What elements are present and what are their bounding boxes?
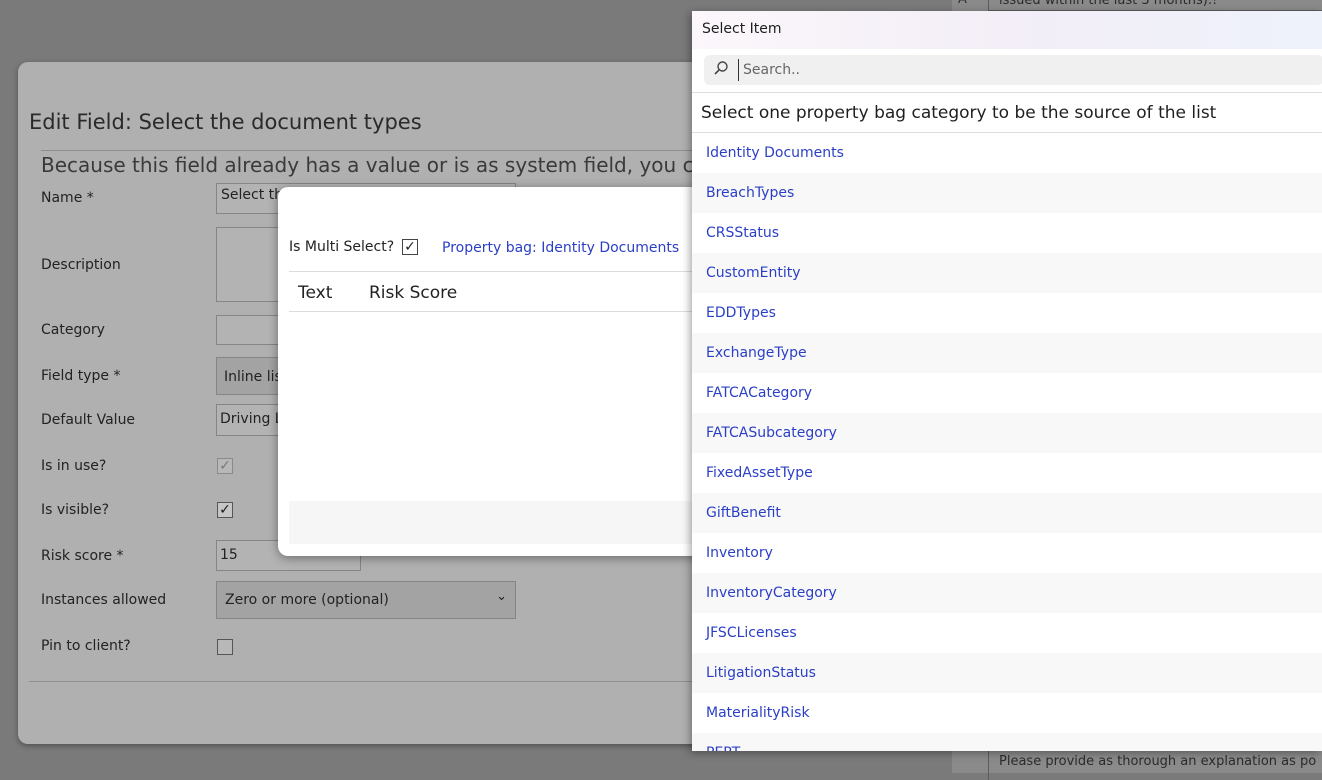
multi-select-checkbox[interactable]: ✓	[402, 239, 418, 255]
list-item[interactable]: GiftBenefit	[692, 493, 1322, 533]
background-column-label: A	[958, 0, 967, 7]
table-header-divider	[289, 311, 709, 312]
multi-select-label: Is Multi Select?	[289, 239, 395, 255]
list-item[interactable]: MaterialityRisk	[692, 693, 1322, 733]
dialog-footer	[289, 501, 709, 544]
column-header-text: Text	[298, 283, 333, 303]
background-top-text: issued within the last 3 months).!	[988, 0, 1322, 11]
header-divider	[289, 271, 709, 272]
chevron-down-icon: ⌄	[496, 589, 507, 604]
pin-to-client-label: Pin to client?	[41, 638, 131, 654]
instances-allowed-value: Zero or more (optional)	[225, 592, 389, 608]
risk-score-label: Risk score *	[41, 548, 124, 564]
category-label: Category	[41, 322, 105, 338]
property-bag-link[interactable]: Property bag: Identity Documents	[442, 240, 679, 256]
field-type-label: Field type *	[41, 368, 121, 384]
list-item[interactable]: BreachTypes	[692, 173, 1322, 213]
list-item[interactable]: JFSCLicenses	[692, 613, 1322, 653]
instances-allowed-label: Instances allowed	[41, 592, 167, 608]
is-visible-label: Is visible?	[41, 502, 110, 518]
list-item[interactable]: CustomEntity	[692, 253, 1322, 293]
background-bottom-text: Please provide as thorough an explanatio…	[988, 750, 1322, 780]
column-header-risk-score: Risk Score	[369, 283, 458, 303]
list-item[interactable]: PEPT	[692, 733, 1322, 751]
search-icon-svg	[714, 61, 728, 75]
dialog-divider	[29, 681, 729, 682]
inline-list-dialog: Is Multi Select? ✓ Property bag: Identit…	[278, 187, 718, 556]
list-item[interactable]: CRSStatus	[692, 213, 1322, 253]
search-box	[704, 55, 1322, 85]
list-item[interactable]: Inventory	[692, 533, 1322, 573]
is-in-use-checkbox[interactable]: ✓	[217, 458, 233, 474]
list-item[interactable]: InventoryCategory	[692, 573, 1322, 613]
search-input[interactable]	[738, 59, 1298, 81]
list-item[interactable]: FixedAssetType	[692, 453, 1322, 493]
list-item[interactable]: EDDTypes	[692, 293, 1322, 333]
dialog-title: Edit Field: Select the document types	[29, 110, 422, 134]
list-item[interactable]: ExchangeType	[692, 333, 1322, 373]
panel-title: Select Item	[692, 11, 1322, 49]
property-bag-list: Identity Documents BreachTypes CRSStatus…	[692, 133, 1322, 751]
panel-instruction: Select one property bag category to be t…	[692, 92, 1322, 133]
is-in-use-label: Is in use?	[41, 458, 107, 474]
is-visible-checkbox[interactable]: ✓	[217, 502, 233, 518]
list-item[interactable]: FATCASubcategory	[692, 413, 1322, 453]
instances-allowed-select[interactable]: Zero or more (optional) ⌄	[216, 581, 516, 619]
list-item[interactable]: FATCACategory	[692, 373, 1322, 413]
description-label: Description	[41, 257, 121, 273]
default-value-label: Default Value	[41, 412, 136, 428]
select-item-panel: Select Item Select one property bag cate…	[692, 11, 1322, 751]
pin-to-client-checkbox[interactable]	[217, 639, 233, 655]
search-icon	[704, 60, 738, 80]
list-item[interactable]: Identity Documents	[692, 133, 1322, 173]
name-label: Name *	[41, 190, 94, 206]
list-item[interactable]: LitigationStatus	[692, 653, 1322, 693]
system-field-note: Because this field already has a value o…	[41, 150, 731, 177]
